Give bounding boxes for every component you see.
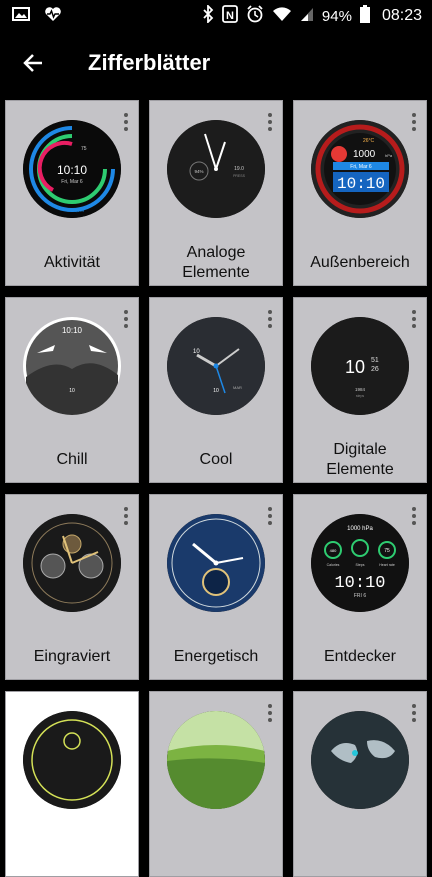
watch-pressure: 1000 (353, 149, 376, 160)
watchface-preview (23, 711, 121, 809)
watchface-preview (167, 514, 265, 612)
page-title: Zifferblätter (88, 50, 211, 75)
watchface-preview (23, 514, 121, 612)
watchface-preview: 1000 hPa 480 75 Calories Steps Heart rat… (311, 514, 409, 612)
alarm-icon (246, 5, 264, 27)
watchface-card[interactable] (149, 691, 283, 877)
watch-calories: 480 (330, 548, 337, 553)
watch-heartrate-label: Heart rate (379, 563, 395, 567)
watchface-card-aussenbereich[interactable]: 26°C 1000 hPa Fri, Mar 6 10:10 Außenbere… (293, 100, 427, 286)
more-options-icon[interactable] (266, 704, 274, 724)
watch-battery: 94% (194, 169, 203, 174)
watch-date: Fri, Mar 6 (61, 179, 83, 185)
watch-time: 10:10 (334, 574, 385, 593)
watch-steps-label: Steps (356, 563, 365, 567)
watch-text: 75 (81, 146, 87, 152)
watch-pressure: 19.0 (234, 166, 244, 172)
watchface-preview (311, 711, 409, 809)
watchface-preview: 26°C 1000 hPa Fri, Mar 6 10:10 (311, 120, 409, 218)
watch-month: MAR (233, 385, 242, 390)
watchface-preview (167, 711, 265, 809)
battery-icon (359, 5, 370, 27)
heart-health-icon (44, 6, 62, 26)
watchface-label: Digitale Elemente (326, 441, 394, 478)
watch-date: 10 (69, 388, 75, 394)
wifi-icon (272, 6, 292, 26)
watch-hour: 10 (345, 357, 365, 377)
more-options-icon[interactable] (410, 113, 418, 133)
bluetooth-icon (202, 3, 214, 27)
watchface-card-entdecker[interactable]: 1000 hPa 480 75 Calories Steps Heart rat… (293, 494, 427, 680)
watchface-card-energetisch[interactable]: Energetisch (149, 494, 283, 680)
watchface-card-digitale-elemente[interactable]: 10 51 26 1984 steps Digitale Elemente (293, 297, 427, 483)
watchface-label: Entdecker (323, 648, 397, 665)
watchface-label: Cool (199, 451, 233, 468)
watch-steps-label: steps (356, 394, 365, 398)
more-options-icon[interactable] (266, 507, 274, 527)
watchface-preview: 94% 19.0 PRESS (167, 120, 265, 218)
watch-time: 10:10 (337, 175, 385, 193)
more-options-icon[interactable] (122, 310, 130, 330)
status-bar: N 94% 08:23 (0, 0, 432, 32)
more-options-icon[interactable] (122, 113, 130, 133)
more-options-icon[interactable] (266, 113, 274, 133)
more-options-icon[interactable] (410, 310, 418, 330)
watchface-label: Analoge Elemente (182, 244, 250, 281)
watchface-card-chill[interactable]: 10:10 10 Chill (5, 297, 139, 483)
watchface-card[interactable] (5, 691, 139, 877)
watchface-label: Aktivität (43, 254, 100, 271)
watch-time: 10:10 (57, 163, 87, 177)
watchface-preview: 10:10 10 (23, 317, 121, 415)
watchface-label: Chill (56, 451, 88, 468)
watch-date: 10 (213, 388, 219, 394)
back-arrow-icon (23, 54, 42, 72)
watchface-card-cool[interactable]: 10 10 MAR Cool (149, 297, 283, 483)
watchface-label: Eingraviert (33, 648, 111, 665)
more-options-icon[interactable] (410, 704, 418, 724)
watch-hour-label: 10 (193, 349, 200, 355)
svg-text:N: N (226, 10, 234, 22)
watchface-preview: 10 10 MAR (167, 317, 265, 415)
watchface-card-analoge-elemente[interactable]: 94% 19.0 PRESS Analoge Elemente (149, 100, 283, 286)
watch-minute: 51 (371, 357, 379, 364)
watch-date: Fri, Mar 6 (350, 164, 372, 170)
watchface-label: Energetisch (173, 648, 259, 665)
signal-icon (300, 6, 314, 26)
more-options-icon[interactable] (410, 507, 418, 527)
watch-date: FRI 6 (354, 593, 366, 599)
nfc-icon: N (222, 5, 238, 27)
watch-heartrate: 75 (384, 548, 390, 554)
watch-pressure-label: PRESS (233, 174, 246, 178)
clock: 08:23 (381, 7, 422, 24)
watch-calories-label: Calories (327, 563, 340, 567)
watch-pressure: 1000 hPa (347, 526, 373, 532)
watchface-preview: 10 51 26 1984 steps (311, 317, 409, 415)
watch-steps: 1984 (355, 387, 366, 392)
back-button[interactable] (20, 48, 50, 78)
watch-pressure-unit: hPa (385, 153, 393, 158)
more-options-icon[interactable] (122, 507, 130, 527)
watch-steps: 14,999 (72, 208, 85, 213)
watch-time: 10:10 (62, 326, 83, 335)
watchface-preview: 75 10:10 Fri, Mar 6 14,999 (23, 120, 121, 218)
more-options-icon[interactable] (266, 310, 274, 330)
watchface-card-eingraviert[interactable]: Eingraviert (5, 494, 139, 680)
battery-percentage: 94% (321, 7, 352, 25)
app-header: Zifferblätter (0, 32, 432, 94)
watch-second: 26 (371, 366, 379, 373)
watchface-card[interactable] (293, 691, 427, 877)
watchface-label: Außenbereich (310, 254, 410, 271)
watch-temperature: 26°C (363, 138, 375, 144)
image-icon (12, 6, 30, 26)
watchface-card-aktivitaet[interactable]: 75 10:10 Fri, Mar 6 14,999 Aktivität (5, 100, 139, 286)
